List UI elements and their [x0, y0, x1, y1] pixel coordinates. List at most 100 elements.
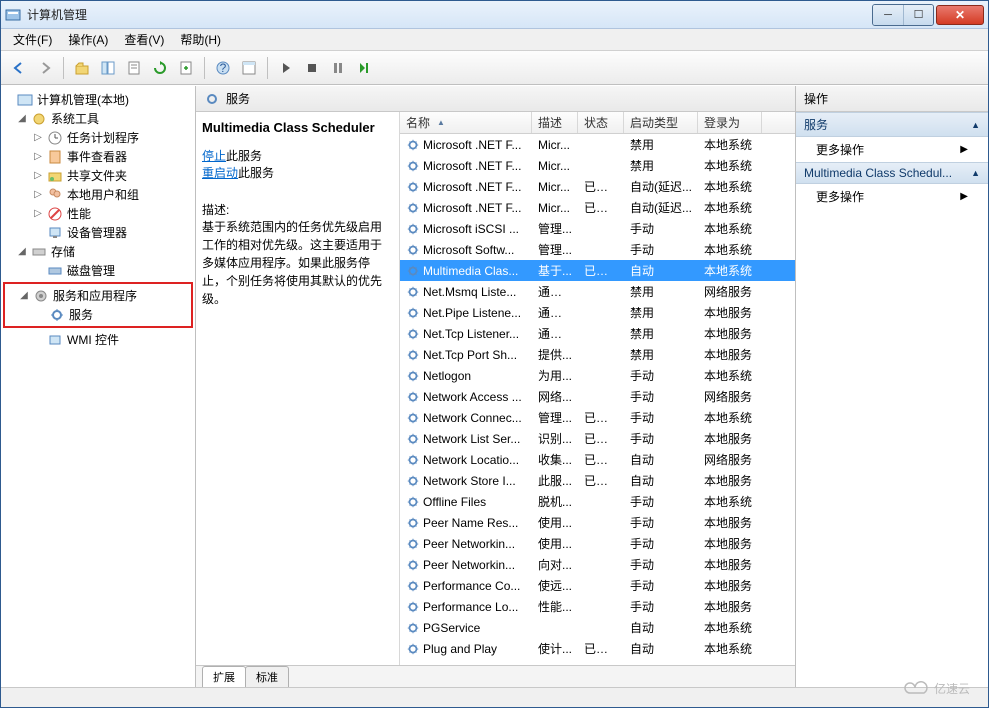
cell-status: 已启动 — [578, 262, 624, 279]
restart-service-button[interactable] — [352, 56, 376, 80]
cell-name: Network Access ... — [400, 390, 532, 404]
cell-desc: 通过 ... — [532, 304, 578, 321]
maximize-button[interactable]: ☐ — [903, 5, 933, 25]
service-row[interactable]: Network Access ...网络...手动网络服务 — [400, 386, 795, 407]
service-row[interactable]: Microsoft .NET F...Micr...已启动自动(延迟...本地系… — [400, 176, 795, 197]
tree-performance[interactable]: ▷性能 — [3, 204, 193, 223]
collapse-icon[interactable]: ◢ — [19, 290, 29, 301]
expand-icon[interactable]: ▷ — [33, 132, 43, 143]
cell-start: 手动 — [624, 577, 698, 594]
collapse-icon[interactable]: ◢ — [17, 246, 27, 257]
tree-label: 事件查看器 — [67, 148, 127, 165]
service-row[interactable]: Network Store I...此服...已启动自动本地服务 — [400, 470, 795, 491]
service-row[interactable]: Multimedia Clas...基于...已启动自动本地系统 — [400, 260, 795, 281]
cell-desc: 使用... — [532, 514, 578, 531]
tab-extended[interactable]: 扩展 — [202, 666, 246, 687]
service-row[interactable]: Peer Networkin...向对...手动本地服务 — [400, 554, 795, 575]
cell-name: Offline Files — [400, 495, 532, 509]
col-start[interactable]: 启动类型 — [624, 112, 698, 133]
col-name[interactable]: 名称▲ — [400, 112, 532, 133]
cell-name: PGService — [400, 621, 532, 635]
service-row[interactable]: Net.Tcp Listener...通过 ...禁用本地服务 — [400, 323, 795, 344]
cell-status: 已启动 — [578, 199, 624, 216]
up-button[interactable] — [70, 56, 94, 80]
tree-shared-folders[interactable]: ▷共享文件夹 — [3, 166, 193, 185]
tree-wmi-control[interactable]: WMI 控件 — [3, 330, 193, 349]
restart-link[interactable]: 重启动 — [202, 166, 238, 180]
tree-root[interactable]: 计算机管理(本地) — [3, 90, 193, 109]
expand-icon[interactable]: ▷ — [33, 189, 43, 200]
action-group-selected[interactable]: Multimedia Class Schedul...▲ — [796, 162, 988, 184]
service-row[interactable]: Net.Pipe Listene...通过 ...禁用本地服务 — [400, 302, 795, 323]
service-row[interactable]: Offline Files脱机...手动本地系统 — [400, 491, 795, 512]
action-more-2[interactable]: 更多操作▶ — [796, 184, 988, 209]
back-button[interactable] — [7, 56, 31, 80]
cell-start: 禁用 — [624, 346, 698, 363]
cell-logon: 本地服务 — [698, 472, 762, 489]
menu-view[interactable]: 查看(V) — [116, 31, 172, 48]
list-body[interactable]: Microsoft .NET F...Micr...禁用本地系统Microsof… — [400, 134, 795, 665]
cell-name: Performance Co... — [400, 579, 532, 593]
show-hide-button[interactable] — [96, 56, 120, 80]
collapse-icon[interactable]: ◢ — [17, 113, 27, 124]
service-row[interactable]: Peer Networkin...使用...手动本地服务 — [400, 533, 795, 554]
cell-status: 已启动 — [578, 178, 624, 195]
tree-task-scheduler[interactable]: ▷任务计划程序 — [3, 128, 193, 147]
cell-name: Performance Lo... — [400, 600, 532, 614]
export-button[interactable] — [174, 56, 198, 80]
properties-button[interactable] — [122, 56, 146, 80]
col-logon[interactable]: 登录为 — [698, 112, 762, 133]
refresh-button[interactable] — [148, 56, 172, 80]
service-row[interactable]: Network Connec...管理...已启动手动本地系统 — [400, 407, 795, 428]
tab-standard[interactable]: 标准 — [245, 666, 289, 687]
service-row[interactable]: Peer Name Res...使用...手动本地服务 — [400, 512, 795, 533]
action-more-1[interactable]: 更多操作▶ — [796, 137, 988, 162]
pause-service-button[interactable] — [326, 56, 350, 80]
desc-label: 描述: — [202, 201, 393, 218]
service-row[interactable]: Net.Msmq Liste...通过 ...禁用网络服务 — [400, 281, 795, 302]
col-status[interactable]: 状态 — [578, 112, 624, 133]
expand-icon[interactable]: ▷ — [33, 151, 43, 162]
action-group-services[interactable]: 服务▲ — [796, 112, 988, 137]
expand-icon[interactable]: ▷ — [33, 170, 43, 181]
navigation-tree[interactable]: 计算机管理(本地) ◢ 系统工具 ▷任务计划程序 ▷ 事件查看器 ▷共享文件夹 ▷本… — [1, 86, 196, 687]
service-row[interactable]: Microsoft .NET F...Micr...禁用本地系统 — [400, 155, 795, 176]
col-desc[interactable]: 描述 — [532, 112, 578, 133]
tree-device-manager[interactable]: 设备管理器 — [3, 223, 193, 242]
minimize-button[interactable]: ─ — [873, 5, 903, 25]
cell-logon: 本地服务 — [698, 514, 762, 531]
stop-link[interactable]: 停止 — [202, 149, 226, 163]
service-row[interactable]: Net.Tcp Port Sh...提供...禁用本地服务 — [400, 344, 795, 365]
tree-disk-management[interactable]: 磁盘管理 — [3, 261, 193, 280]
service-row[interactable]: Network List Ser...识别...已启动手动本地服务 — [400, 428, 795, 449]
menu-file[interactable]: 文件(F) — [5, 31, 60, 48]
service-row[interactable]: PGService自动本地系统 — [400, 617, 795, 638]
help-button[interactable]: ? — [211, 56, 235, 80]
close-button[interactable]: ✕ — [936, 5, 984, 25]
forward-button[interactable] — [33, 56, 57, 80]
start-service-button[interactable] — [274, 56, 298, 80]
service-row[interactable]: Network Locatio...收集...已启动自动网络服务 — [400, 449, 795, 470]
tree-event-viewer[interactable]: ▷ 事件查看器 — [3, 147, 193, 166]
details-button[interactable] — [237, 56, 261, 80]
service-row[interactable]: Microsoft .NET F...Micr...禁用本地系统 — [400, 134, 795, 155]
menu-help[interactable]: 帮助(H) — [172, 31, 229, 48]
tree-system-tools[interactable]: ◢ 系统工具 — [3, 109, 193, 128]
service-row[interactable]: Microsoft Softw...管理...手动本地系统 — [400, 239, 795, 260]
service-row[interactable]: Plug and Play使计...已启动自动本地系统 — [400, 638, 795, 659]
tree-label: 系统工具 — [51, 110, 99, 127]
service-row[interactable]: Microsoft iSCSI ...管理...手动本地系统 — [400, 218, 795, 239]
cell-desc: 通过 ... — [532, 325, 578, 342]
service-row[interactable]: Performance Lo...性能...手动本地服务 — [400, 596, 795, 617]
tree-services[interactable]: 服务 — [5, 305, 191, 324]
service-row[interactable]: Performance Co...使远...手动本地服务 — [400, 575, 795, 596]
stop-service-button[interactable] — [300, 56, 324, 80]
tree-storage[interactable]: ◢存储 — [3, 242, 193, 261]
menu-action[interactable]: 操作(A) — [60, 31, 116, 48]
service-row[interactable]: Microsoft .NET F...Micr...已启动自动(延迟...本地系… — [400, 197, 795, 218]
service-row[interactable]: Netlogon为用...手动本地系统 — [400, 365, 795, 386]
expand-icon[interactable]: ▷ — [33, 208, 43, 219]
tree-services-apps[interactable]: ◢服务和应用程序 — [5, 286, 191, 305]
tree-local-users[interactable]: ▷本地用户和组 — [3, 185, 193, 204]
collapse-up-icon: ▲ — [971, 120, 980, 130]
